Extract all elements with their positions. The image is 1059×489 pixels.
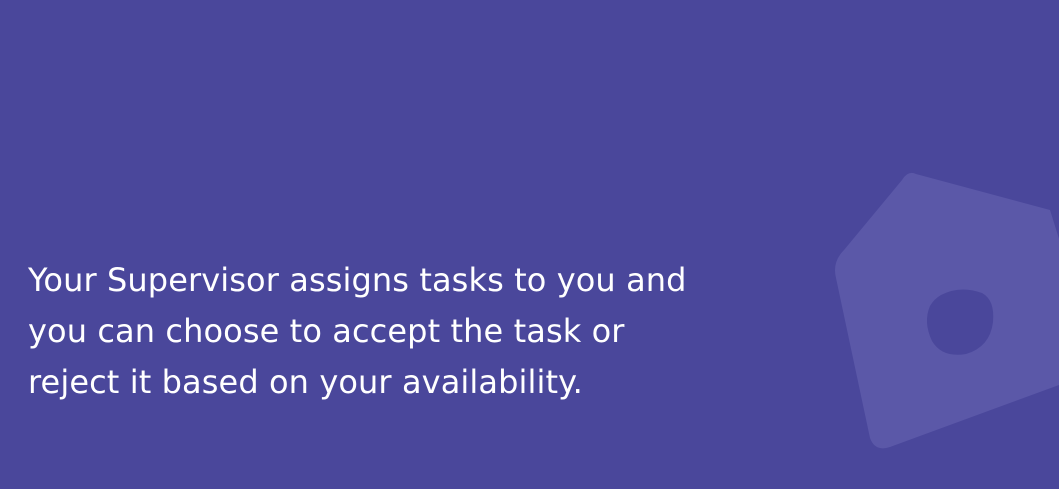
onboarding-panel: Your Supervisor assigns tasks to you and… xyxy=(0,0,1059,489)
pentagon-shape-icon xyxy=(835,172,1059,449)
onboarding-description: Your Supervisor assigns tasks to you and… xyxy=(28,255,728,408)
description-line-1: Your Supervisor assigns tasks to you and xyxy=(28,261,687,299)
description-line-3: reject it based on your availability. xyxy=(28,363,583,401)
description-line-2: you can choose to accept the task or xyxy=(28,312,625,350)
